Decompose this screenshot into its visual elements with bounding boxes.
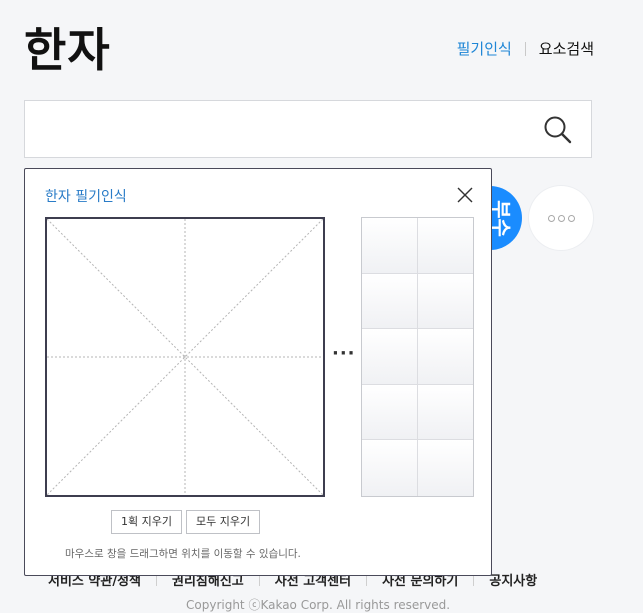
page-title: 한자 bbox=[24, 23, 111, 77]
more-dot-icon bbox=[567, 214, 575, 222]
candidate-cell[interactable] bbox=[417, 218, 473, 274]
candidate-cell[interactable] bbox=[362, 218, 418, 274]
candidate-cell[interactable] bbox=[362, 329, 418, 385]
handwriting-panel[interactable]: 한자 필기인식 ··· 1획 지우기 모두 지우기 마우스로 창을 드래그하면 … bbox=[24, 168, 492, 576]
drawing-canvas[interactable] bbox=[45, 217, 325, 497]
candidate-cell[interactable] bbox=[417, 329, 473, 385]
more-options-button[interactable] bbox=[529, 186, 593, 250]
handwriting-link[interactable]: 필기인식 bbox=[457, 38, 512, 59]
radical-search-label: 부수 bbox=[488, 200, 513, 237]
undo-stroke-button[interactable]: 1획 지우기 bbox=[111, 510, 182, 534]
more-dot-icon bbox=[557, 214, 565, 222]
candidate-cell[interactable] bbox=[417, 384, 473, 441]
candidate-cell[interactable] bbox=[417, 440, 473, 496]
component-search-link[interactable]: 요소검색 bbox=[539, 38, 594, 59]
close-icon[interactable] bbox=[457, 187, 473, 203]
candidate-cell[interactable] bbox=[362, 273, 418, 330]
drag-hint: 마우스로 창을 드래그하면 위치를 이동할 수 있습니다. bbox=[65, 548, 301, 560]
copyright: Copyright ⓒKakao Corp. All rights reserv… bbox=[186, 598, 451, 612]
ellipsis-indicator: ··· bbox=[332, 343, 356, 364]
candidate-cell[interactable] bbox=[362, 440, 418, 496]
search-icon[interactable] bbox=[543, 115, 573, 145]
handwriting-buttons: 1획 지우기 모두 지우기 bbox=[111, 510, 261, 534]
candidate-cell[interactable] bbox=[417, 273, 473, 330]
top-nav: 필기인식 요소검색 bbox=[457, 38, 594, 59]
canvas-guide-lines bbox=[46, 218, 324, 496]
handwriting-panel-title: 한자 필기인식 bbox=[45, 189, 127, 205]
search-input[interactable] bbox=[37, 111, 531, 149]
clear-all-button[interactable]: 모두 지우기 bbox=[185, 510, 261, 534]
nav-divider bbox=[524, 41, 526, 56]
candidate-cell[interactable] bbox=[362, 384, 418, 441]
more-dot-icon bbox=[547, 214, 555, 222]
candidate-grid bbox=[361, 217, 474, 497]
search-bar bbox=[24, 100, 592, 158]
